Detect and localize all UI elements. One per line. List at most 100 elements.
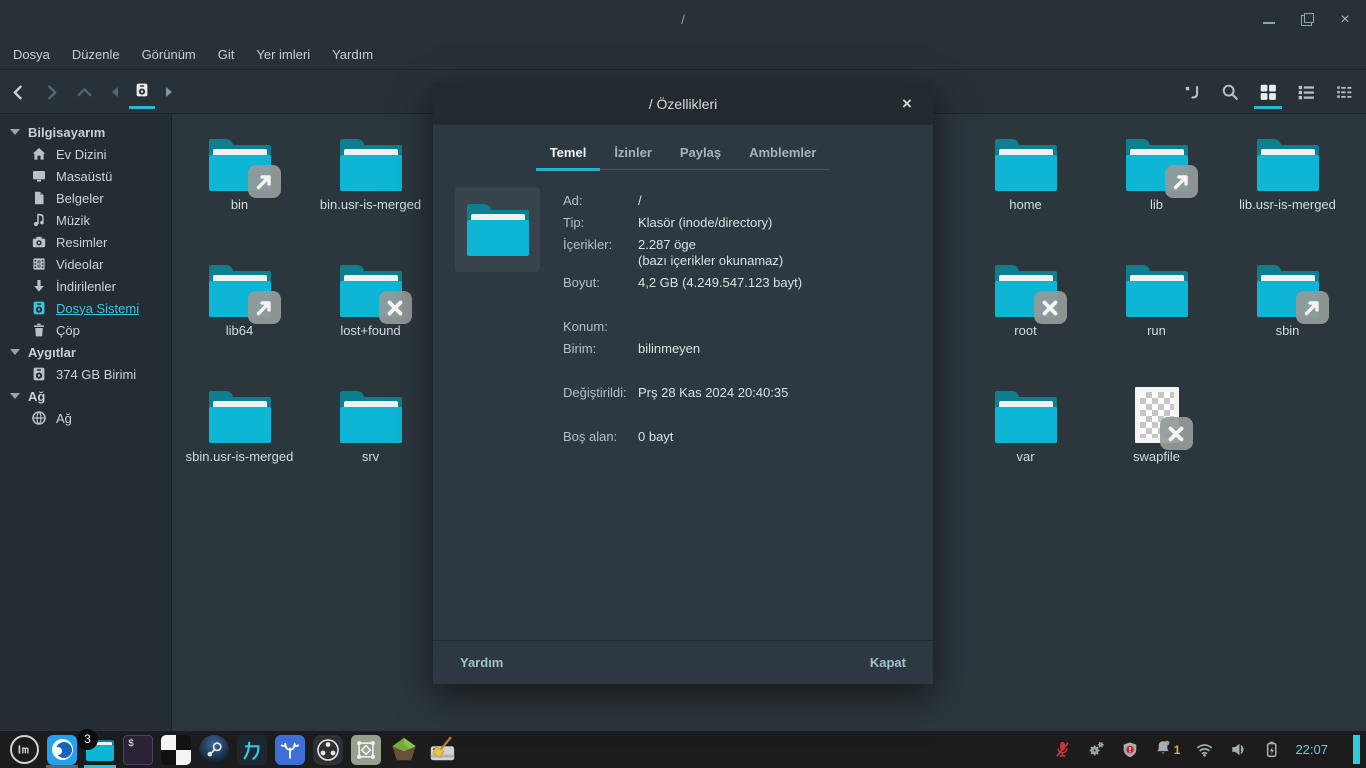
sidebar-item-videolar[interactable]: Videolar xyxy=(0,253,171,275)
notifications-icon[interactable]: 1 xyxy=(1154,739,1180,760)
sidebar-item-a-[interactable]: Ağ xyxy=(0,407,171,429)
sidebar-item-374-gb-birimi[interactable]: 374 GB Birimi xyxy=(0,363,171,385)
sidebar-section-aygtlar[interactable]: Aygıtlar xyxy=(0,341,171,363)
kanji-app-launcher[interactable] xyxy=(233,731,271,768)
menu-yard-m[interactable]: Yardım xyxy=(321,40,384,70)
list-view-button[interactable] xyxy=(1294,75,1318,109)
volume-icon[interactable] xyxy=(1229,740,1248,759)
menu-git[interactable]: Git xyxy=(207,40,246,70)
checkerboard-app-launcher[interactable] xyxy=(157,731,195,768)
folder-lib.usr-is-merged[interactable]: lib.usr-is-merged xyxy=(1222,129,1353,213)
sidebar-item-resimler[interactable]: Resimler xyxy=(0,231,171,253)
sidebar-item-label: İndirilenler xyxy=(56,278,116,294)
dialog-close-icon[interactable]: × xyxy=(893,83,921,125)
coral-app-launcher[interactable] xyxy=(271,731,309,768)
menu-yer-imleri[interactable]: Yer imleri xyxy=(245,40,321,70)
battery-icon[interactable] xyxy=(1263,740,1280,759)
folder-icon xyxy=(994,139,1057,191)
folder-sbin[interactable]: sbin xyxy=(1222,255,1353,339)
field-boyut: Boyut: 4,2 GB (4.249.547.123 bayt) xyxy=(563,275,913,291)
help-button[interactable]: Yardım xyxy=(460,655,503,670)
folder-home[interactable]: home xyxy=(960,129,1091,213)
frame-app-launcher[interactable] xyxy=(347,731,385,768)
folder-icon xyxy=(994,391,1057,443)
field-label: Birim: xyxy=(563,341,597,356)
maximize-button[interactable] xyxy=(1300,13,1314,27)
terminal-launcher[interactable]: $ xyxy=(119,731,157,768)
expander-triangle-icon xyxy=(10,129,20,135)
sidebar-section-label: Ağ xyxy=(28,388,46,404)
folder-lib64[interactable]: lib64 xyxy=(174,255,305,339)
close-dialog-button[interactable]: Kapat xyxy=(870,655,906,670)
tab-payla[interactable]: Paylaş xyxy=(666,138,735,171)
minimize-button[interactable] xyxy=(1262,13,1276,27)
path-root-button[interactable] xyxy=(127,75,157,109)
sidebar-item-i-ndirilenler[interactable]: İndirilenler xyxy=(0,275,171,297)
settings-gears-icon[interactable] xyxy=(1087,740,1106,759)
microphone-muted-icon[interactable] xyxy=(1053,740,1072,759)
mint-menu-icon xyxy=(9,735,39,764)
folder-sbin.usr-is-merged[interactable]: sbin.usr-is-merged xyxy=(174,381,305,465)
forward-button[interactable] xyxy=(41,80,61,104)
sidebar-item-belgeler[interactable]: Belgeler xyxy=(0,187,171,209)
field-tip: Tip: Klasör (inode/directory) xyxy=(563,215,913,231)
folder-lib[interactable]: lib xyxy=(1091,129,1222,213)
file-label: root xyxy=(1014,323,1037,338)
menu-d-zenle[interactable]: Düzenle xyxy=(61,40,131,70)
folder-bin[interactable]: bin xyxy=(174,129,305,213)
tab-amblemler[interactable]: Amblemler xyxy=(735,138,830,171)
wifi-icon[interactable] xyxy=(1195,740,1214,759)
sidebar-item-ev-dizini[interactable]: Ev Dizini xyxy=(0,143,171,165)
tab-temel[interactable]: Temel xyxy=(535,138,601,171)
sidebar-item--p[interactable]: Çöp xyxy=(0,319,171,341)
sidebar-item-dosya-sistemi[interactable]: Dosya Sistemi xyxy=(0,297,171,319)
firewall-shield-icon[interactable] xyxy=(1121,741,1139,759)
icon-view-button[interactable] xyxy=(1254,75,1282,109)
close-button[interactable]: × xyxy=(1338,12,1352,28)
file-swapfile[interactable]: swapfile xyxy=(1091,381,1222,465)
menu-dosya[interactable]: Dosya xyxy=(2,40,61,70)
clock[interactable]: 22:07 xyxy=(1295,742,1328,757)
path-scroll-left-icon[interactable] xyxy=(112,87,118,97)
firefox-launcher[interactable] xyxy=(43,731,81,768)
obs-launcher[interactable] xyxy=(309,731,347,768)
toggle-location-entry-button[interactable] xyxy=(1180,75,1204,109)
mint-menu-launcher[interactable] xyxy=(5,731,43,768)
green-block-game-launcher[interactable] xyxy=(385,731,423,768)
folder-var[interactable]: var xyxy=(960,381,1091,465)
folder-run[interactable]: run xyxy=(1091,255,1222,339)
sidebar-section-label: Bilgisayarım xyxy=(28,124,106,140)
file-label: lib64 xyxy=(225,323,254,338)
show-desktop-button[interactable] xyxy=(1353,735,1360,764)
sidebar-item-label: Masaüstü xyxy=(56,168,113,184)
folder-srv[interactable]: srv xyxy=(305,381,436,465)
sidebar-item-m-zik[interactable]: Müzik xyxy=(0,209,171,231)
folder-lost+found[interactable]: lost+found xyxy=(305,255,436,339)
back-button[interactable] xyxy=(8,80,28,104)
symlink-emblem-icon xyxy=(1295,291,1329,324)
path-bar xyxy=(112,70,172,114)
folder-icon xyxy=(208,265,281,324)
field-boşalan: Boş alan: 0 bayt xyxy=(563,429,913,445)
steam-launcher[interactable] xyxy=(195,731,233,768)
folder-bin.usr-is-merged[interactable]: bin.usr-is-merged xyxy=(305,129,436,213)
search-button[interactable] xyxy=(1218,75,1242,109)
sidebar-section-a[interactable]: Ağ xyxy=(0,385,171,407)
sidebar-section-bilgisayarm[interactable]: Bilgisayarım xyxy=(0,121,171,143)
field-value: Prş 28 Kas 2024 20:40:35 xyxy=(638,385,789,400)
folder-icon xyxy=(208,391,271,443)
file-manager-launcher[interactable]: 3 xyxy=(77,728,119,768)
up-button[interactable] xyxy=(74,80,94,104)
file-label: run xyxy=(1147,323,1166,338)
folder-root[interactable]: root xyxy=(960,255,1091,339)
tab-izinler[interactable]: İzinler xyxy=(600,138,666,171)
sidebar-item-label: 374 GB Birimi xyxy=(56,366,137,382)
compact-view-button[interactable] xyxy=(1332,75,1356,109)
path-scroll-right-icon[interactable] xyxy=(166,87,172,97)
symlink-emblem-icon xyxy=(1164,165,1198,198)
sidebar-item-masa-st-[interactable]: Masaüstü xyxy=(0,165,171,187)
disk-cleaner-launcher[interactable] xyxy=(423,731,461,768)
menu-g-r-n-m[interactable]: Görünüm xyxy=(131,40,207,70)
field-label: Boş alan: xyxy=(563,429,618,444)
desktop-icon xyxy=(31,168,47,184)
